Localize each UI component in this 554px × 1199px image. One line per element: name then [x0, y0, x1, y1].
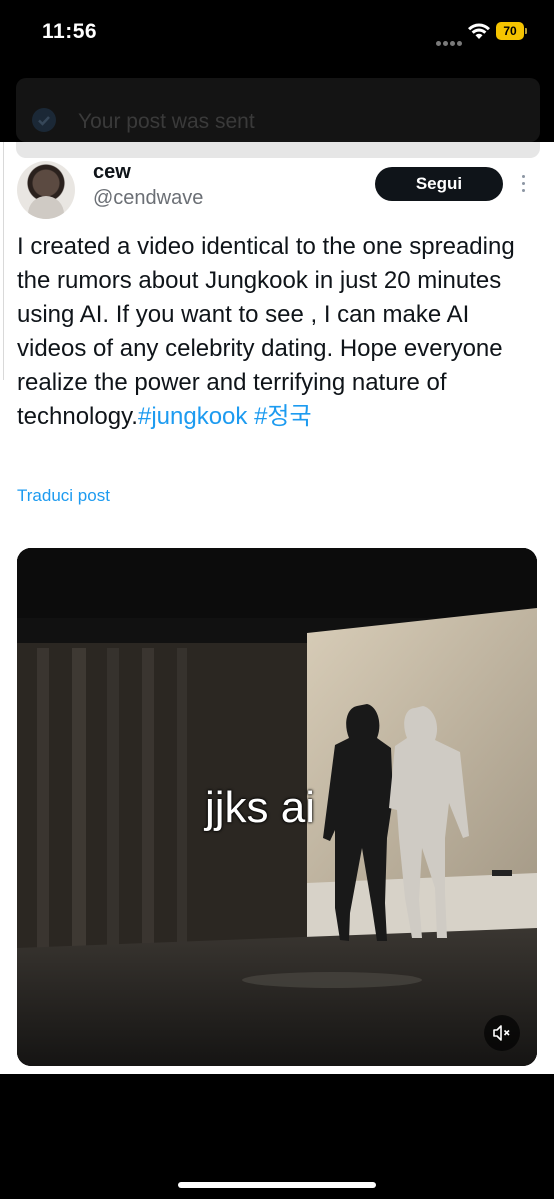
wifi-icon — [467, 22, 491, 45]
post-text: I created a video identical to the one s… — [17, 230, 522, 434]
toast-message: Your post was sent — [78, 110, 255, 133]
check-icon — [32, 108, 56, 132]
post-card: cew @cendwave Segui I created a video id… — [0, 142, 554, 1074]
hashtag-korean[interactable]: #정국 — [254, 403, 312, 430]
post-body: I created a video identical to the one s… — [17, 233, 515, 430]
user-handle[interactable]: @cendwave — [93, 187, 203, 210]
home-indicator[interactable] — [178, 1182, 376, 1188]
video-player[interactable]: jjks ai — [17, 548, 537, 1066]
avatar[interactable] — [17, 161, 75, 219]
toast-shadow — [16, 142, 540, 158]
toast-notification: Your post was sent — [16, 78, 540, 142]
status-bar: 11:56 70 — [0, 0, 554, 70]
thread-line — [0, 142, 4, 380]
signal-icon — [436, 33, 464, 51]
hashtag-jungkook[interactable]: #jungkook — [138, 403, 247, 430]
status-time: 11:56 — [42, 20, 98, 43]
display-name[interactable]: cew — [93, 161, 131, 184]
video-caption: jjks ai — [205, 783, 316, 832]
battery-icon: 70 — [496, 22, 527, 40]
battery-level: 70 — [496, 22, 524, 40]
follow-button[interactable]: Segui — [375, 167, 503, 201]
translate-post-link[interactable]: Traduci post — [17, 486, 110, 506]
more-options-icon[interactable] — [522, 175, 525, 196]
mute-icon[interactable] — [484, 1015, 520, 1051]
